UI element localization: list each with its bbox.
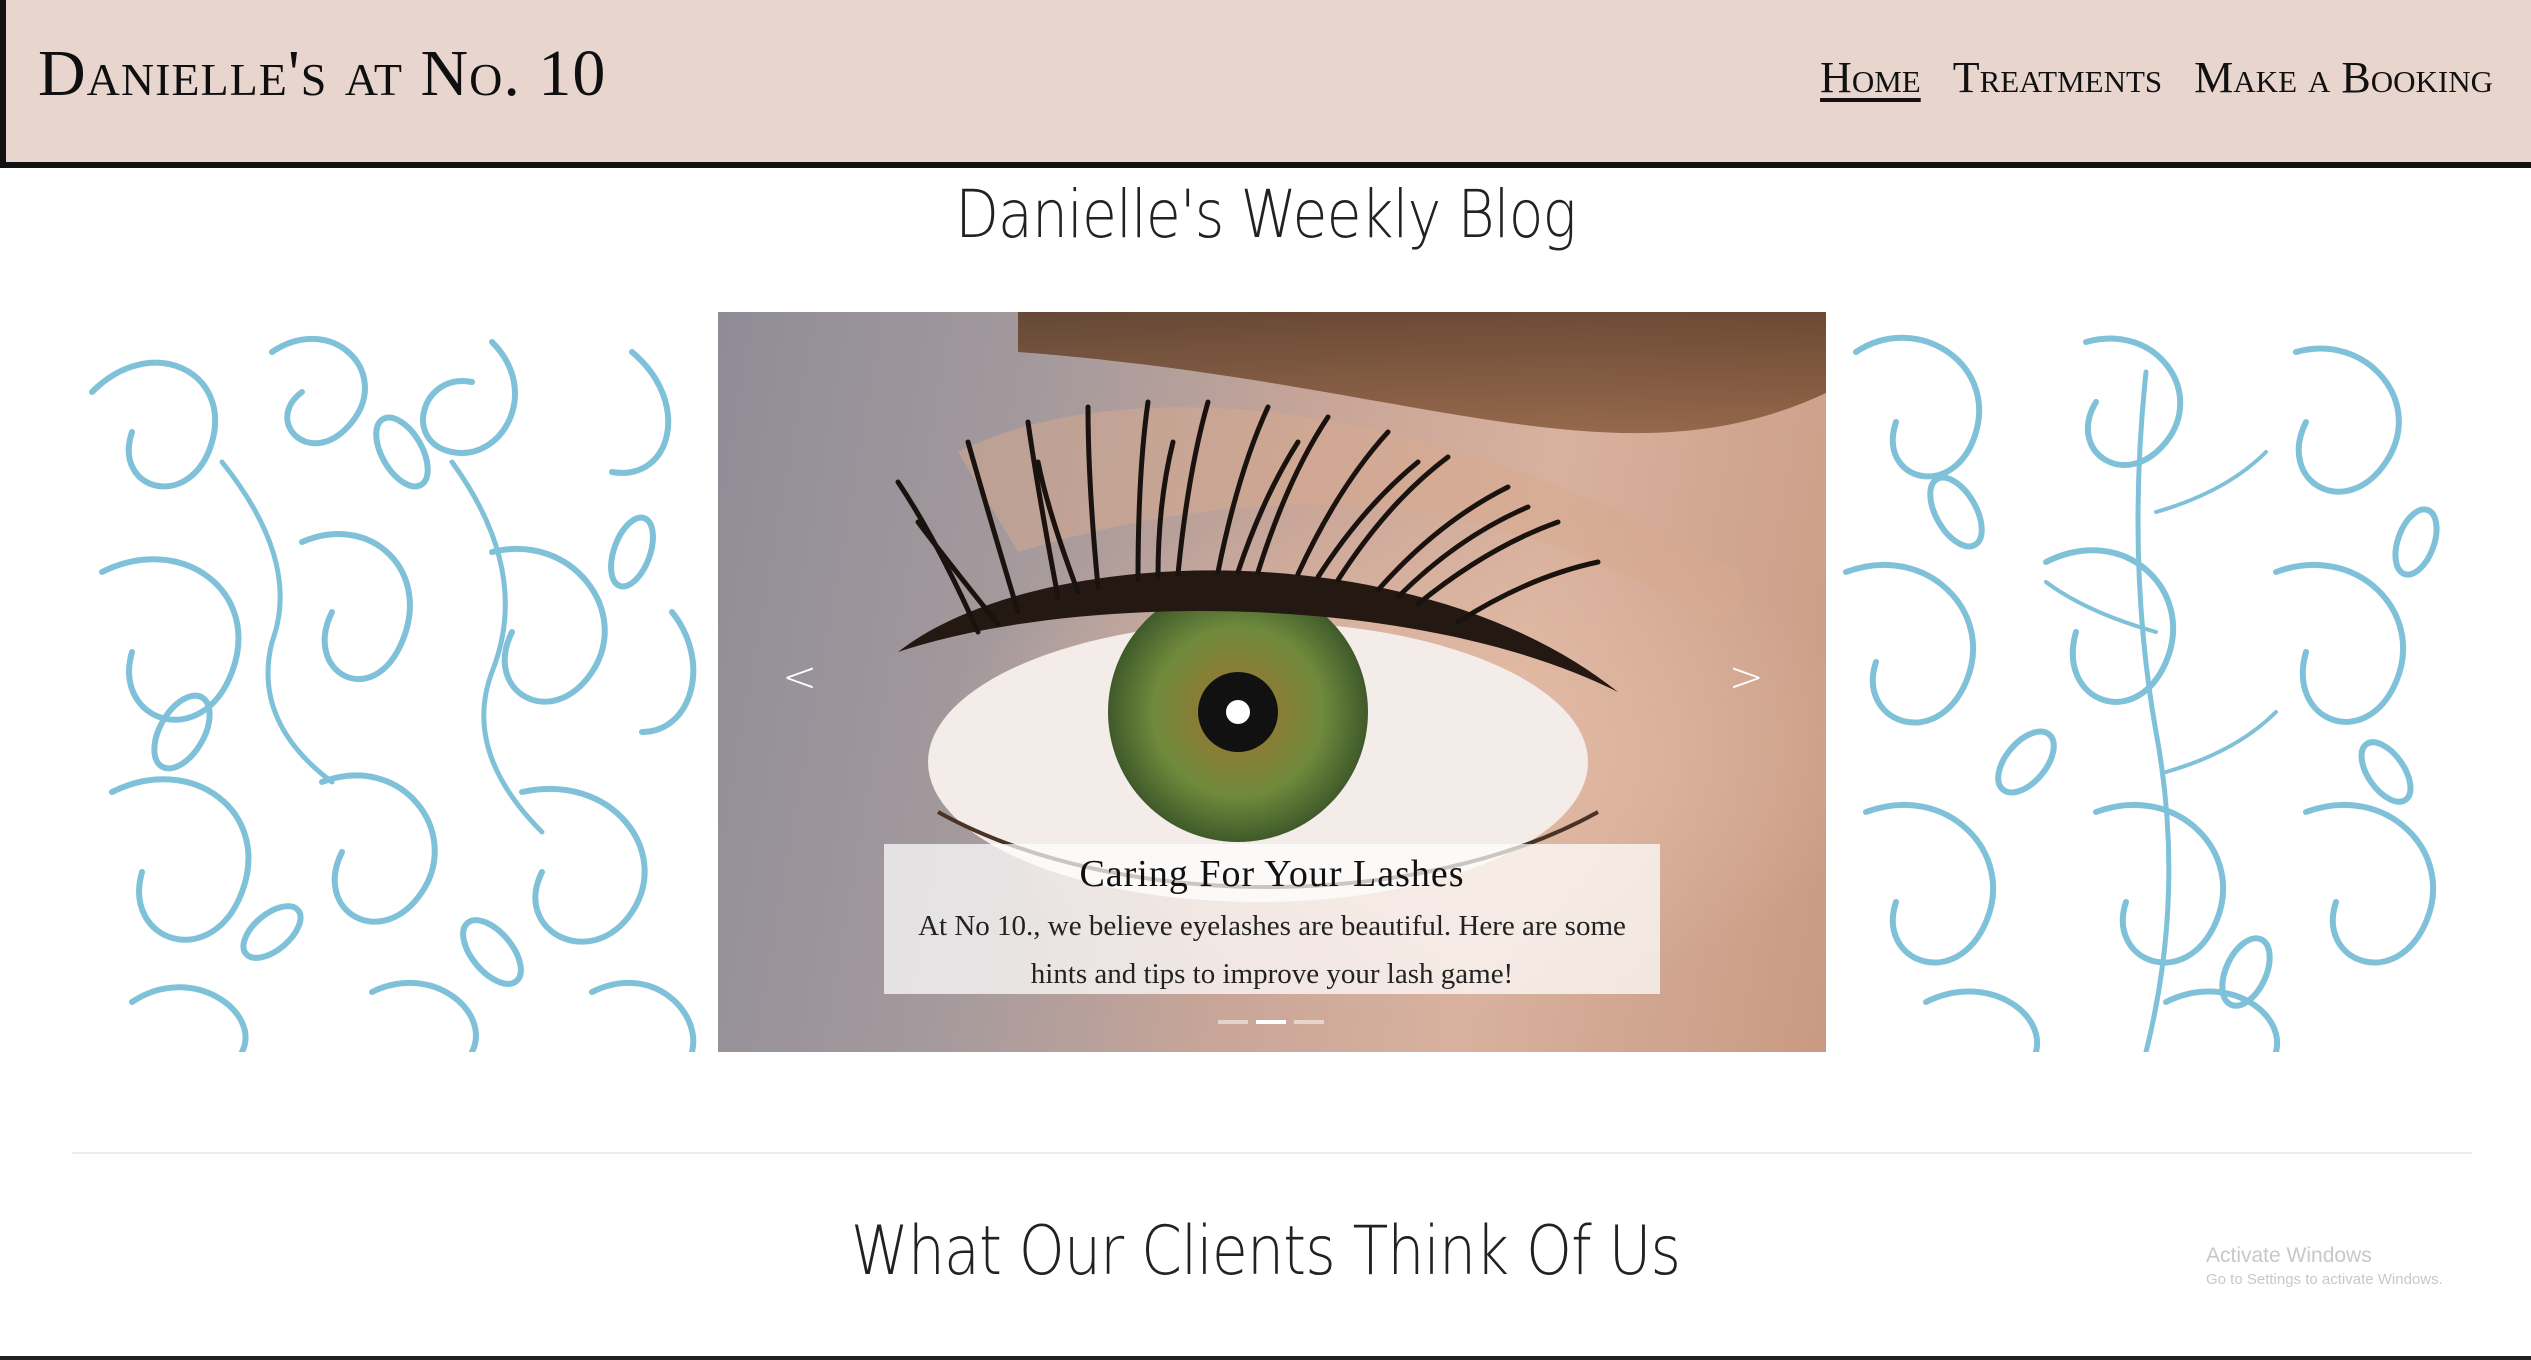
carousel-indicators [1218, 1020, 1324, 1024]
activate-windows-title: Activate Windows [2206, 1244, 2372, 1267]
nav-home[interactable]: Home [1820, 52, 1921, 103]
floral-pattern-left [72, 312, 718, 1052]
brand-logo-text[interactable]: Danielle's at No. 10 [38, 36, 606, 112]
activate-windows-subtitle: Go to Settings to activate Windows. [2206, 1271, 2443, 1288]
section-divider [72, 1152, 2472, 1154]
site-header: Danielle's at No. 10 Home Treatments Mak… [0, 0, 2531, 168]
testimonials-heading: What Our Clients Think Of Us [850, 1212, 1681, 1291]
carousel-indicator[interactable] [1294, 1020, 1324, 1024]
caption-text: At No 10., we believe eyelashes are beau… [918, 910, 1626, 990]
floral-pattern-right [1826, 312, 2472, 1052]
bottom-edge-bar [0, 1356, 2531, 1360]
carousel-indicator[interactable] [1218, 1020, 1248, 1024]
main-nav: Home Treatments Make a Booking [1820, 52, 2493, 103]
carousel-indicator-active[interactable] [1256, 1020, 1286, 1024]
activate-windows-watermark: Activate Windows Go to Settings to activ… [2206, 1244, 2443, 1288]
carousel-caption: Caring For Your Lashes At No 10., we bel… [884, 844, 1660, 994]
nav-make-a-booking[interactable]: Make a Booking [2194, 52, 2493, 103]
caption-title[interactable]: Caring For Your Lashes [884, 852, 1660, 896]
carousel-prev-button[interactable]: < [782, 652, 817, 701]
carousel-next-button[interactable]: > [1729, 652, 1764, 701]
blog-heading: Danielle's Weekly Blog [955, 176, 1576, 253]
nav-treatments[interactable]: Treatments [1953, 52, 2162, 103]
carousel-slide-eyelashes: < > Caring For Your Lashes At No 10., we… [718, 312, 1828, 1052]
